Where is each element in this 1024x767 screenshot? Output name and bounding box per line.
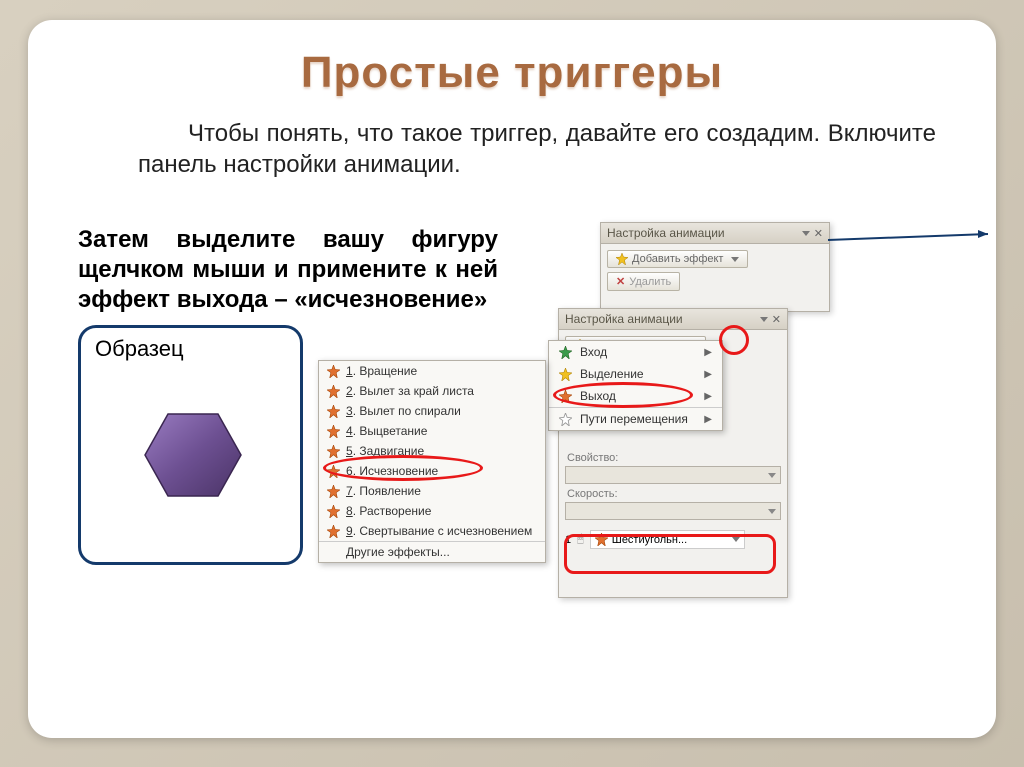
submenu-label: Вход — [580, 345, 607, 359]
effect-label: 9. Свертывание с исчезновением — [346, 524, 532, 538]
submenu-label: Выделение — [580, 367, 644, 381]
x-icon: ✕ — [616, 275, 625, 288]
star-icon — [327, 445, 340, 458]
panel-title: Настройка анимации — [607, 226, 725, 240]
paragraph-2: Затем выделите вашу фигуру щелчком мыши … — [78, 225, 498, 315]
arrow-right-icon: ▶ — [704, 414, 712, 425]
chevron-down-icon — [731, 257, 739, 262]
star-icon — [559, 390, 572, 403]
star-icon — [616, 253, 628, 265]
star-icon — [327, 505, 340, 518]
effect-item[interactable]: 5. Задвигание — [319, 441, 545, 461]
chevron-down-icon — [768, 473, 776, 478]
red-highlight-rect — [564, 534, 776, 574]
effect-item[interactable]: 1. Вращение — [319, 361, 545, 381]
arrow-right-icon: ▶ — [704, 391, 712, 402]
speed-label: Скорость: — [567, 488, 779, 500]
star-icon — [327, 425, 340, 438]
star-icon — [327, 385, 340, 398]
panel-title: Настройка анимации — [565, 312, 683, 326]
effect-label: 6. Исчезновение — [346, 464, 438, 478]
effect-item[interactable]: 6. Исчезновение — [319, 461, 545, 481]
property-label: Свойство: — [567, 452, 779, 464]
effect-item[interactable]: 9. Свертывание с исчезновением — [319, 521, 545, 541]
submenu-item-emphasis[interactable]: Выделение ▶ — [549, 363, 722, 385]
effect-label: 5. Задвигание — [346, 444, 424, 458]
sample-label: Образец — [95, 336, 300, 362]
submenu-item-motion[interactable]: Пути перемещения ▶ — [549, 407, 722, 430]
dropdown-icon — [760, 317, 768, 322]
delete-button[interactable]: ✕ Удалить — [607, 272, 680, 291]
star-icon — [327, 465, 340, 478]
effect-label: 8. Растворение — [346, 504, 431, 518]
effect-item[interactable]: 7. Появление — [319, 481, 545, 501]
arrow-right-icon: ▶ — [704, 369, 712, 380]
effect-item[interactable]: 3. Вылет по спирали — [319, 401, 545, 421]
arrow-line — [828, 230, 998, 250]
hexagon-shape[interactable] — [141, 410, 245, 500]
close-icon[interactable]: ✕ — [772, 313, 781, 326]
dropdown-icon — [802, 231, 810, 236]
effect-item[interactable]: 8. Растворение — [319, 501, 545, 521]
submenu-item-entrance[interactable]: Вход ▶ — [549, 341, 722, 363]
star-icon — [327, 485, 340, 498]
submenu-item-exit[interactable]: Выход ▶ — [549, 385, 722, 407]
add-effect-label: Добавить эффект — [632, 253, 723, 265]
sample-box: Образец — [78, 325, 303, 565]
star-icon — [327, 525, 340, 538]
submenu-label: Пути перемещения — [580, 412, 688, 426]
slide: Простые триггеры Чтобы понять, что такое… — [28, 20, 996, 738]
chevron-down-icon — [768, 509, 776, 514]
paragraph-1: Чтобы понять, что такое триггер, давайте… — [138, 118, 936, 180]
delete-label: Удалить — [629, 276, 671, 288]
animation-panel-background: Настройка анимации ✕ Добавить эффект ✕ У… — [600, 222, 830, 312]
effect-label: 2. Вылет за край листа — [346, 384, 474, 398]
panel-header[interactable]: Настройка анимации ✕ — [559, 309, 787, 330]
star-icon — [559, 346, 572, 359]
speed-dropdown[interactable] — [565, 502, 781, 520]
effects-list-menu: 1. Вращение 2. Вылет за край листа 3. Вы… — [318, 360, 546, 563]
effect-label: 1. Вращение — [346, 364, 417, 378]
more-effects[interactable]: Другие эффекты... — [319, 541, 545, 562]
effect-label: 4. Выцветание — [346, 424, 427, 438]
panel-header[interactable]: Настройка анимации ✕ — [601, 223, 829, 244]
page-title: Простые триггеры — [28, 48, 996, 98]
more-effects-label: Другие эффекты... — [346, 545, 450, 559]
add-effect-button[interactable]: Добавить эффект — [607, 250, 748, 268]
submenu-label: Выход — [580, 389, 616, 403]
effect-category-submenu: Вход ▶ Выделение ▶ Выход ▶ Пути перемеще… — [548, 340, 723, 431]
arrow-right-icon: ▶ — [704, 347, 712, 358]
effect-item[interactable]: 2. Вылет за край листа — [319, 381, 545, 401]
star-icon — [559, 413, 572, 426]
star-icon — [327, 405, 340, 418]
effect-label: 3. Вылет по спирали — [346, 404, 461, 418]
close-icon[interactable]: ✕ — [814, 227, 823, 240]
effect-label: 7. Появление — [346, 484, 421, 498]
property-dropdown[interactable] — [565, 466, 781, 484]
star-icon — [327, 365, 340, 378]
star-icon — [559, 368, 572, 381]
effect-item[interactable]: 4. Выцветание — [319, 421, 545, 441]
